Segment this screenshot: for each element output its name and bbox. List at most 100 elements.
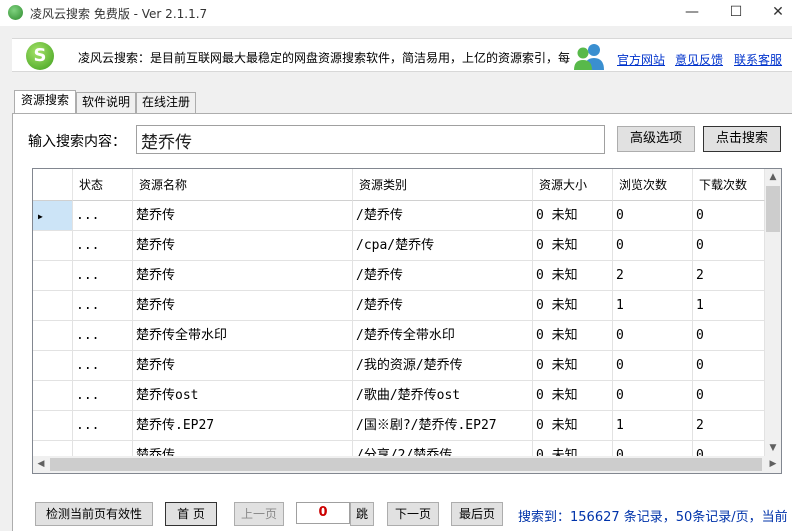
check-validity-button[interactable]: 检测当前页有效性 bbox=[35, 502, 153, 526]
cell-name[interactable]: 楚乔传ost bbox=[133, 381, 353, 411]
feedback-link[interactable]: 意见反馈 bbox=[675, 51, 723, 68]
close-button[interactable]: ✕ bbox=[758, 0, 792, 26]
advanced-options-button[interactable]: 高级选项 bbox=[617, 126, 695, 152]
vertical-scrollbar[interactable]: ▲ ▼ bbox=[765, 169, 781, 456]
banner: S 凌风云搜索：是目前互联网最大最稳定的网盘资源搜索软件，简洁易用，上亿的资源索… bbox=[12, 38, 792, 72]
cell-downloads[interactable]: 2 bbox=[693, 411, 765, 441]
cell-name[interactable]: 楚乔传 bbox=[133, 201, 353, 231]
cell-downloads[interactable]: 0 bbox=[693, 201, 765, 231]
cell-status[interactable]: ... bbox=[73, 291, 133, 321]
search-status: 搜索到：156627 条记录，50条记录/页，当前 bbox=[518, 510, 788, 525]
app-icon bbox=[8, 5, 23, 20]
minimize-button[interactable]: — bbox=[672, 0, 712, 26]
column-header-status[interactable]: 状态 bbox=[73, 169, 133, 201]
support-link[interactable]: 联系客服 bbox=[734, 51, 782, 68]
cell-size[interactable]: 0 未知 bbox=[533, 261, 613, 291]
search-label: 输入搜索内容： bbox=[28, 134, 126, 150]
cell-status[interactable]: ... bbox=[73, 381, 133, 411]
page-number-input[interactable]: 0 bbox=[296, 502, 350, 524]
window-title: 凌风云搜索 免费版 - Ver 2.1.1.7 bbox=[30, 7, 208, 21]
scroll-right-arrow-icon[interactable]: ▶ bbox=[765, 456, 781, 472]
users-icon bbox=[574, 44, 604, 70]
cell-downloads[interactable]: 1 bbox=[693, 291, 765, 321]
cell-category[interactable]: /我的资源/楚乔传 bbox=[353, 351, 533, 381]
search-input[interactable]: 楚乔传 bbox=[136, 125, 605, 154]
last-page-button[interactable]: 最后页 bbox=[451, 502, 503, 526]
cell-views[interactable]: 0 bbox=[613, 201, 693, 231]
cell-size[interactable]: 0 未知 bbox=[533, 291, 613, 321]
cell-status[interactable]: ... bbox=[73, 231, 133, 261]
prev-page-button[interactable]: 上一页 bbox=[234, 502, 284, 526]
first-page-button[interactable]: 首 页 bbox=[165, 502, 217, 526]
next-page-button[interactable]: 下一页 bbox=[387, 502, 439, 526]
row-header[interactable] bbox=[33, 381, 73, 411]
tab-resource-search[interactable]: 资源搜索 bbox=[14, 90, 76, 113]
cell-category[interactable]: /cpa/楚乔传 bbox=[353, 231, 533, 261]
cell-views[interactable]: 0 bbox=[613, 381, 693, 411]
results-grid[interactable]: 状态 资源名称 资源类别 资源大小 浏览次数 下载次数 ▶... 楚乔传/楚乔传 0… bbox=[32, 168, 782, 474]
search-button[interactable]: 点击搜索 bbox=[703, 126, 781, 152]
row-header[interactable] bbox=[33, 291, 73, 321]
cell-category[interactable]: /楚乔传全带水印 bbox=[353, 321, 533, 351]
row-header[interactable] bbox=[33, 321, 73, 351]
cell-size[interactable]: 0 未知 bbox=[533, 201, 613, 231]
maximize-button[interactable]: ☐ bbox=[716, 0, 756, 26]
cell-category[interactable]: /国※剧?/楚乔传.EP27 bbox=[353, 411, 533, 441]
jump-button[interactable]: 跳 bbox=[350, 502, 374, 526]
column-header-category[interactable]: 资源类别 bbox=[353, 169, 533, 201]
scroll-down-arrow-icon[interactable]: ▼ bbox=[765, 440, 781, 456]
banner-text: 凌风云搜索：是目前互联网最大最稳定的网盘资源搜索软件，简洁易用，上亿的资源索引，… bbox=[78, 51, 571, 65]
cell-views[interactable]: 0 bbox=[613, 321, 693, 351]
cell-views[interactable]: 1 bbox=[613, 291, 693, 321]
column-header-size[interactable]: 资源大小 bbox=[533, 169, 613, 201]
column-header-views[interactable]: 浏览次数 bbox=[613, 169, 693, 201]
row-header[interactable] bbox=[33, 231, 73, 261]
cell-size[interactable]: 0 未知 bbox=[533, 351, 613, 381]
cell-category[interactable]: /歌曲/楚乔传ost bbox=[353, 381, 533, 411]
row-header[interactable] bbox=[33, 411, 73, 441]
cell-name[interactable]: 楚乔传 bbox=[133, 231, 353, 261]
row-header[interactable] bbox=[33, 351, 73, 381]
cell-status[interactable]: ... bbox=[73, 411, 133, 441]
cell-downloads[interactable]: 2 bbox=[693, 261, 765, 291]
scroll-left-arrow-icon[interactable]: ◀ bbox=[33, 456, 49, 472]
cell-status[interactable]: ... bbox=[73, 351, 133, 381]
row-header[interactable]: ▶ bbox=[33, 201, 73, 231]
cell-size[interactable]: 0 未知 bbox=[533, 231, 613, 261]
cell-downloads[interactable]: 0 bbox=[693, 381, 765, 411]
cell-views[interactable]: 0 bbox=[613, 351, 693, 381]
cell-size[interactable]: 0 未知 bbox=[533, 381, 613, 411]
row-header[interactable] bbox=[33, 261, 73, 291]
cell-downloads[interactable]: 0 bbox=[693, 321, 765, 351]
row-selector-icon: ▶ bbox=[38, 212, 43, 221]
horizontal-scrollbar[interactable]: ◀ ▶ bbox=[33, 456, 781, 473]
cell-status[interactable]: ... bbox=[73, 261, 133, 291]
cell-category[interactable]: /楚乔传 bbox=[353, 291, 533, 321]
cell-name[interactable]: 楚乔传.EP27 bbox=[133, 411, 353, 441]
cell-status[interactable]: ... bbox=[73, 321, 133, 351]
cell-name[interactable]: 楚乔传 bbox=[133, 291, 353, 321]
cell-name[interactable]: 楚乔传 bbox=[133, 351, 353, 381]
column-header-downloads[interactable]: 下载次数 bbox=[693, 169, 765, 201]
cell-name[interactable]: 楚乔传全带水印 bbox=[133, 321, 353, 351]
tab-software-guide[interactable]: 软件说明 bbox=[76, 92, 136, 113]
cell-category[interactable]: /楚乔传 bbox=[353, 201, 533, 231]
horizontal-scroll-thumb[interactable] bbox=[50, 458, 762, 471]
cell-views[interactable]: 0 bbox=[613, 231, 693, 261]
cell-category[interactable]: /楚乔传 bbox=[353, 261, 533, 291]
title-bar: 凌风云搜索 免费版 - Ver 2.1.1.7 — ☐ ✕ bbox=[0, 0, 792, 26]
cell-downloads[interactable]: 0 bbox=[693, 231, 765, 261]
cell-views[interactable]: 2 bbox=[613, 261, 693, 291]
column-header-name[interactable]: 资源名称 bbox=[133, 169, 353, 201]
official-site-link[interactable]: 官方网站 bbox=[617, 51, 665, 68]
cell-name[interactable]: 楚乔传 bbox=[133, 261, 353, 291]
cell-views[interactable]: 1 bbox=[613, 411, 693, 441]
cell-size[interactable]: 0 未知 bbox=[533, 411, 613, 441]
cell-status[interactable]: ... bbox=[73, 201, 133, 231]
tab-online-register[interactable]: 在线注册 bbox=[136, 92, 196, 113]
cell-size[interactable]: 0 未知 bbox=[533, 321, 613, 351]
vertical-scroll-thumb[interactable] bbox=[766, 186, 780, 232]
row-header-corner bbox=[33, 169, 73, 201]
scroll-up-arrow-icon[interactable]: ▲ bbox=[765, 169, 781, 185]
cell-downloads[interactable]: 0 bbox=[693, 351, 765, 381]
